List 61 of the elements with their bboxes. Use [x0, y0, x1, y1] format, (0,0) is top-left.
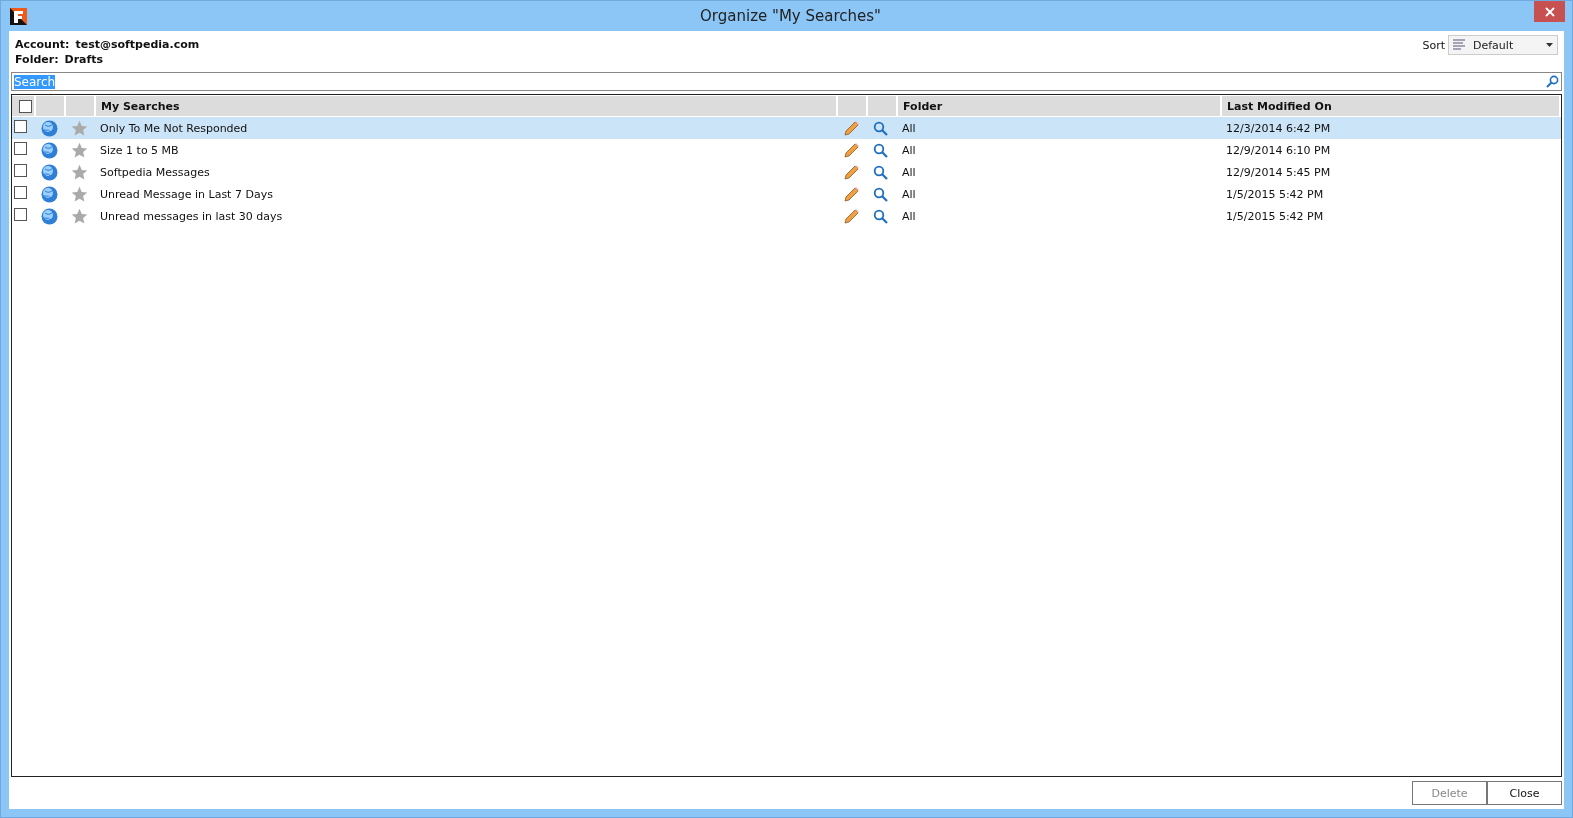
search-name: Only To Me Not Responded [99, 121, 249, 135]
checkbox[interactable] [14, 186, 27, 199]
date-cell-text: 12/9/2014 6:10 PM [1225, 143, 1332, 157]
folder-label: Folder: [15, 53, 59, 66]
account-value: test@softpedia.com [75, 38, 200, 51]
sort-dropdown[interactable]: Default [1448, 35, 1558, 55]
pencil-icon[interactable] [843, 207, 860, 225]
folder-cell-text: All [901, 143, 917, 157]
search-icon[interactable] [873, 120, 888, 136]
folder-cell-text: All [901, 187, 917, 201]
window-title: Organize "My Searches" [699, 7, 882, 25]
close-icon[interactable] [1534, 1, 1565, 22]
star-icon[interactable] [71, 185, 88, 203]
search-icon[interactable] [873, 208, 888, 224]
sort-label: Sort [1422, 38, 1445, 52]
pencil-icon[interactable] [843, 163, 860, 181]
date-cell-text: 1/5/2015 5:42 PM [1225, 187, 1325, 201]
search-name: Unread messages in last 30 days [99, 209, 284, 223]
date-cell-text: 1/5/2015 5:42 PM [1225, 209, 1325, 223]
table-row[interactable]: Only To Me Not Responded All 12/3/2014 6:42 PM [12, 117, 1561, 139]
header-cell [838, 96, 868, 116]
folder-cell-text: All [901, 209, 917, 223]
globe-icon [41, 163, 58, 181]
caret-icon [1546, 43, 1553, 47]
search-name: Size 1 to 5 MB [99, 143, 180, 157]
pencil-icon[interactable] [843, 119, 860, 137]
star-icon[interactable] [71, 119, 88, 137]
column-header[interactable]: My Searches [96, 96, 838, 116]
search-icon[interactable] [873, 186, 888, 202]
search-name: Unread Message in Last 7 Days [99, 187, 274, 201]
date-cell-text: 12/3/2014 6:42 PM [1225, 121, 1332, 135]
checkbox[interactable] [14, 120, 27, 133]
folder-value: Drafts [64, 53, 104, 66]
globe-icon [41, 141, 58, 159]
globe-icon [41, 119, 58, 137]
header-cell [66, 96, 96, 116]
date-cell-text: 12/9/2014 5:45 PM [1225, 165, 1332, 179]
star-icon[interactable] [71, 207, 88, 225]
pencil-icon[interactable] [843, 141, 860, 159]
search-icon[interactable] [1546, 75, 1559, 88]
close-button[interactable]: Close [1487, 781, 1562, 805]
search-name: Softpedia Messages [99, 165, 211, 179]
folder-cell-text: All [901, 121, 917, 135]
column-header[interactable]: Last Modified On [1222, 96, 1561, 116]
checkbox[interactable] [14, 142, 27, 155]
search-icon[interactable] [873, 164, 888, 180]
list-icon [1453, 39, 1465, 51]
globe-icon [41, 207, 58, 225]
checkbox[interactable] [14, 164, 27, 177]
account-label: Account: [15, 38, 70, 51]
checkbox[interactable] [19, 99, 32, 113]
column-header[interactable]: Folder [898, 96, 1222, 116]
search-icon[interactable] [873, 142, 888, 158]
pencil-icon[interactable] [843, 185, 860, 203]
star-icon[interactable] [71, 141, 88, 159]
folder-cell-text: All [901, 165, 917, 179]
checkbox[interactable] [14, 208, 27, 221]
header-cell [868, 96, 898, 116]
app-logo-icon [10, 7, 27, 25]
globe-icon [41, 185, 58, 203]
star-icon[interactable] [71, 163, 88, 181]
